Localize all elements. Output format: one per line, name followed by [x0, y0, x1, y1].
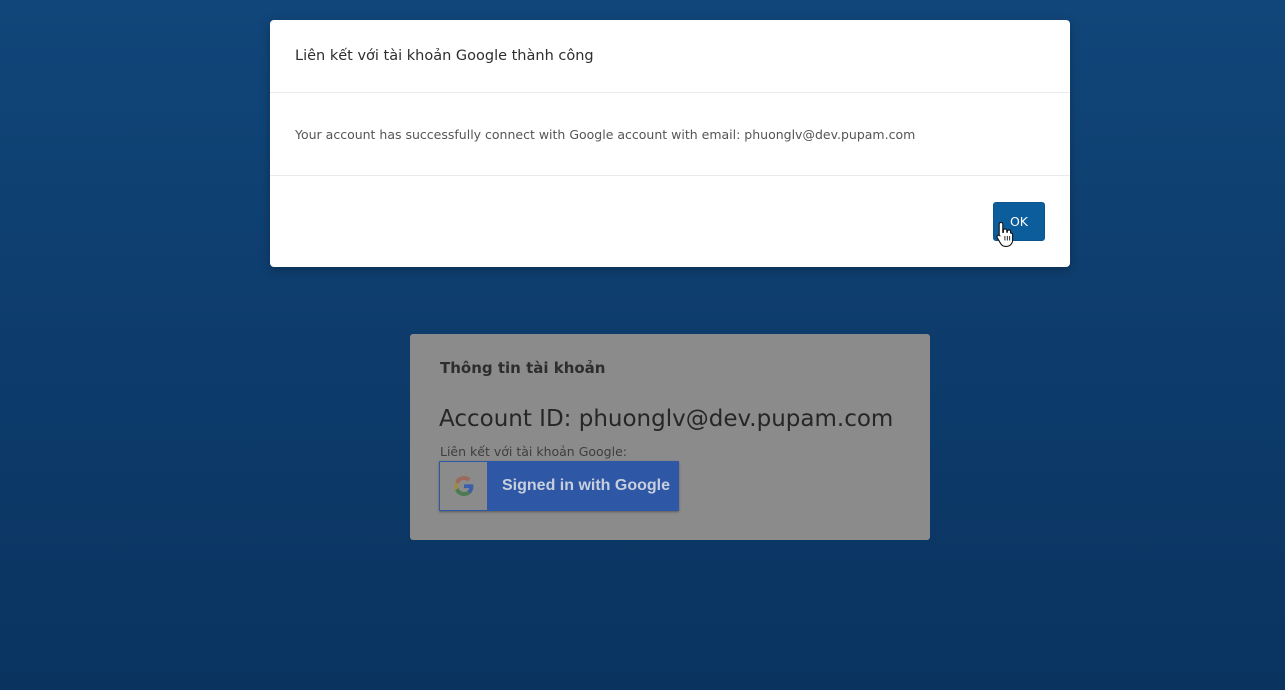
- account-info-card: Thông tin tài khoản Account ID: phuonglv…: [410, 334, 930, 540]
- modal-footer: OK: [270, 176, 1070, 267]
- modal-message: Your account has successfully connect wi…: [295, 126, 916, 142]
- success-modal: Liên kết với tài khoản Google thành công…: [270, 20, 1070, 267]
- modal-title: Liên kết với tài khoản Google thành công: [295, 48, 594, 64]
- modal-header: Liên kết với tài khoản Google thành công: [270, 20, 1070, 93]
- google-g-icon: [453, 476, 473, 496]
- google-signin-button[interactable]: Signed in with Google: [439, 461, 679, 511]
- card-title: Thông tin tài khoản: [440, 359, 606, 377]
- ok-button[interactable]: OK: [993, 202, 1045, 241]
- google-link-label: Liên kết với tài khoản Google:: [440, 444, 627, 459]
- modal-body: Your account has successfully connect wi…: [270, 93, 1070, 176]
- account-id: Account ID: phuonglv@dev.pupam.com: [439, 406, 894, 432]
- google-icon-box: [440, 462, 487, 510]
- google-button-label: Signed in with Google: [502, 477, 670, 494]
